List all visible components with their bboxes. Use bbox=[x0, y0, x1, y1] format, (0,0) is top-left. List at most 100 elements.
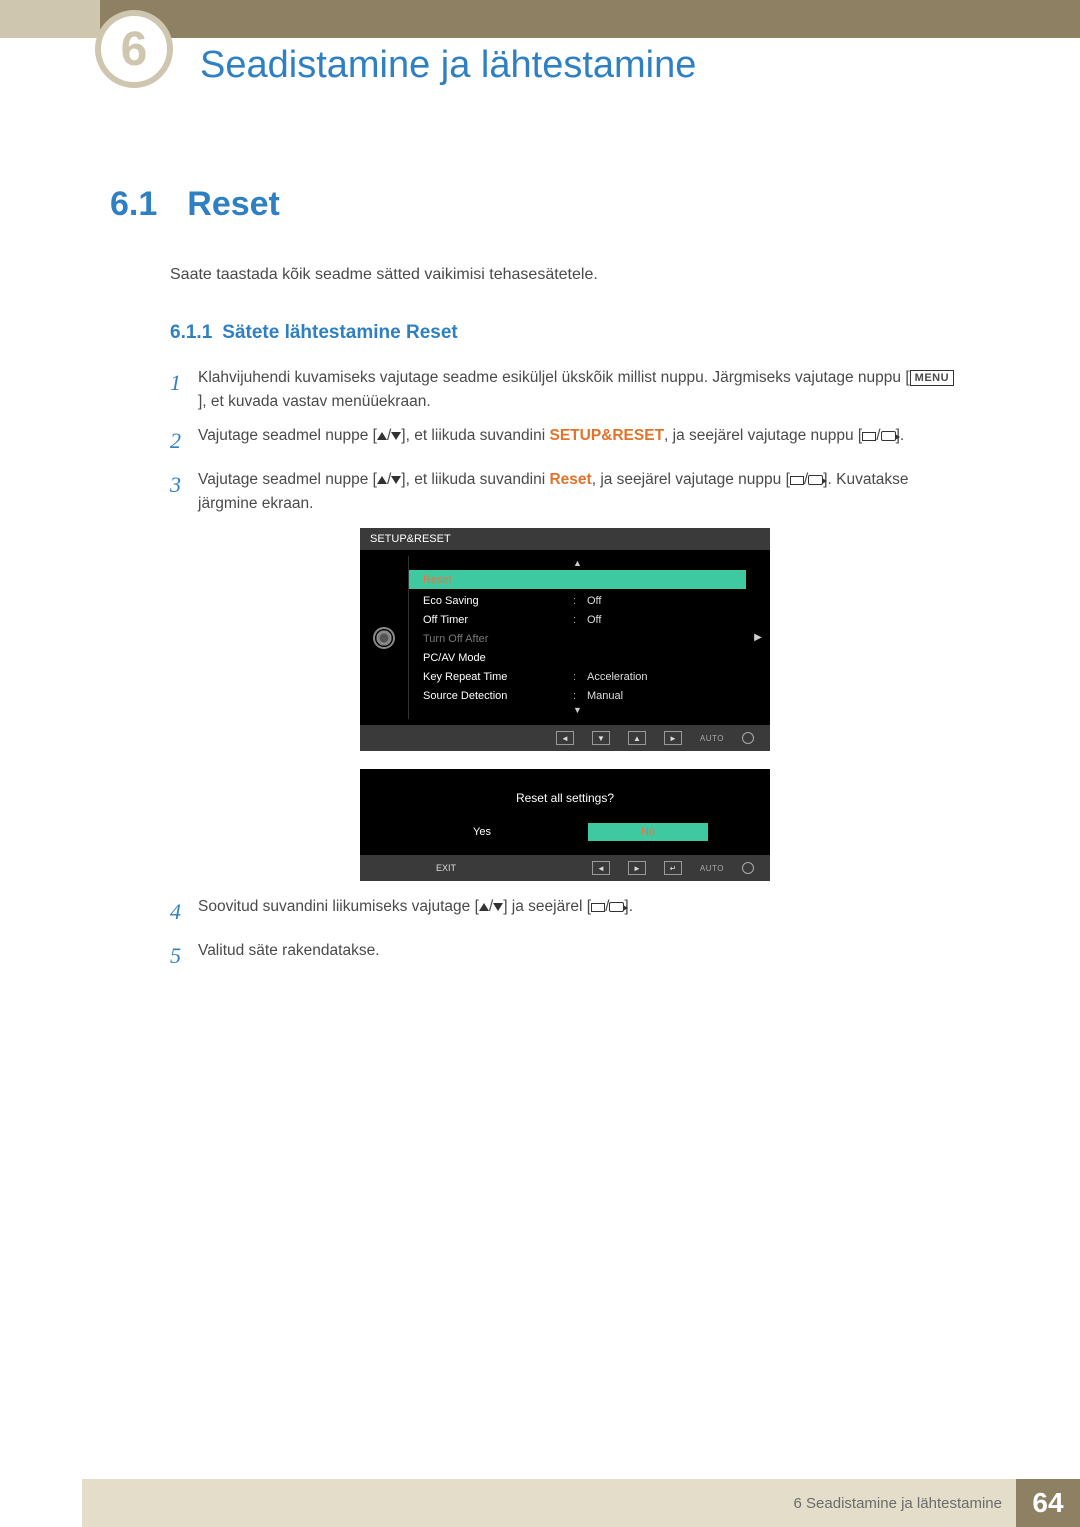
osd-category-icon-col bbox=[360, 556, 408, 719]
option-yes: Yes bbox=[422, 823, 542, 841]
osd-reset-confirm: Reset all settings? Yes No EXIT ◄ ► ↵ AU… bbox=[360, 769, 770, 881]
osd-item-label: Eco Saving bbox=[423, 595, 573, 607]
keyword-setup-reset: SETUP&RESET bbox=[549, 427, 664, 444]
menu-button-label: MENU bbox=[910, 370, 954, 386]
confirm-options: Yes No bbox=[400, 823, 730, 841]
nav-down-icon: ▼ bbox=[592, 731, 610, 745]
osd-item-label: Source Detection bbox=[423, 690, 573, 702]
text-fragment: ], et kuvada vastav menüüekraan. bbox=[198, 393, 431, 410]
osd-item-value: Off bbox=[587, 595, 601, 607]
osd-footer-buttons: ◄ ▼ ▲ ► AUTO bbox=[360, 725, 770, 751]
osd-item-label: Off Timer bbox=[423, 614, 573, 626]
page-number: 64 bbox=[1016, 1479, 1080, 1527]
step-number: 5 bbox=[170, 939, 198, 973]
rect-source-icon: / bbox=[790, 468, 823, 492]
section-intro: Saate taastada kõik seadme sätted vaikim… bbox=[170, 266, 970, 284]
step-2: 2 Vajutage seadmel nuppe [ / ], et liiku… bbox=[170, 424, 960, 458]
nav-left-icon: ◄ bbox=[556, 731, 574, 745]
option-no-selected: No bbox=[588, 823, 708, 841]
colon: : bbox=[573, 614, 587, 626]
step-text: Klahvijuhendi kuvamiseks vajutage seadme… bbox=[198, 366, 960, 414]
nav-right-icon: ► bbox=[628, 861, 646, 875]
text-fragment: , ja seejärel vajutage nuppu [ bbox=[664, 427, 862, 444]
text-fragment: , ja seejärel vajutage nuppu [ bbox=[592, 471, 790, 488]
step-3: 3 Vajutage seadmel nuppe [ / ], et liiku… bbox=[170, 468, 960, 516]
nav-left-icon: ◄ bbox=[592, 861, 610, 875]
section-number: 6.1 bbox=[110, 185, 157, 223]
colon: : bbox=[573, 595, 587, 607]
step-text: Vajutage seadmel nuppe [ / ], et liikuda… bbox=[198, 424, 960, 448]
text-fragment: Vajutage seadmel nuppe [ bbox=[198, 427, 377, 444]
nav-up-icon: ▲ bbox=[628, 731, 646, 745]
text-fragment: ], et liikuda suvandini bbox=[401, 471, 549, 488]
osd-illustrations: SETUP&RESET ▲ ResetEco Saving:OffOff Tim… bbox=[360, 528, 970, 881]
confirm-question: Reset all settings? bbox=[400, 791, 730, 805]
colon: : bbox=[573, 671, 587, 683]
text-fragment: ], et liikuda suvandini bbox=[401, 427, 549, 444]
page-content: 6.1 Reset Saate taastada kõik seadme sätt… bbox=[110, 185, 970, 983]
osd-confirm-footer: EXIT ◄ ► ↵ AUTO bbox=[360, 855, 770, 881]
text-fragment: ] ja seejärel [ bbox=[503, 898, 591, 915]
step-number: 2 bbox=[170, 424, 198, 458]
up-down-icon: / bbox=[377, 424, 401, 448]
osd-menu-item: Reset bbox=[409, 570, 746, 589]
step-text: Valitud säte rakendatakse. bbox=[198, 939, 960, 963]
text-fragment: Vajutage seadmel nuppe [ bbox=[198, 471, 377, 488]
chapter-title: Seadistamine ja lähtestamine bbox=[200, 44, 696, 87]
scroll-up-icon: ▲ bbox=[409, 558, 746, 570]
chapter-number-badge: 6 bbox=[95, 10, 173, 88]
step-text: Soovitud suvandini liikumiseks vajutage … bbox=[198, 895, 960, 919]
up-down-icon: / bbox=[377, 468, 401, 492]
rect-source-icon: / bbox=[862, 424, 895, 448]
step-text: Vajutage seadmel nuppe [ / ], et liikuda… bbox=[198, 468, 960, 516]
osd-menu-item: Key Repeat Time:Acceleration bbox=[409, 667, 746, 686]
nav-right-icon: ► bbox=[664, 731, 682, 745]
osd-item-label: Key Repeat Time bbox=[423, 671, 573, 683]
rect-source-icon: / bbox=[591, 895, 624, 919]
exit-label: EXIT bbox=[436, 863, 456, 873]
step-number: 1 bbox=[170, 366, 198, 400]
osd-menu-list: ▲ ResetEco Saving:OffOff Timer:OffTurn O… bbox=[408, 556, 746, 719]
osd-menu-item: Off Timer:Off bbox=[409, 610, 746, 629]
osd-title: SETUP&RESET bbox=[360, 528, 770, 550]
osd-item-value: Off bbox=[587, 614, 601, 626]
steps-list: 1 Klahvijuhendi kuvamiseks vajutage sead… bbox=[170, 366, 960, 516]
osd-menu-item: Turn Off After bbox=[409, 629, 746, 648]
text-fragment: Soovitud suvandini liikumiseks vajutage … bbox=[198, 898, 479, 915]
osd-menu-item: Eco Saving:Off bbox=[409, 591, 746, 610]
auto-label: AUTO bbox=[700, 734, 724, 743]
step-number: 3 bbox=[170, 468, 198, 502]
osd-setup-reset-menu: SETUP&RESET ▲ ResetEco Saving:OffOff Tim… bbox=[360, 528, 770, 751]
keyword-reset: Reset bbox=[549, 471, 591, 488]
osd-item-value: Acceleration bbox=[587, 671, 648, 683]
osd-menu-item: PC/AV Mode bbox=[409, 648, 746, 667]
osd-menu-item: Source Detection:Manual bbox=[409, 686, 746, 705]
step-number: 4 bbox=[170, 895, 198, 929]
steps-list-continued: 4 Soovitud suvandini liikumiseks vajutag… bbox=[170, 895, 960, 973]
header-bar-accent bbox=[0, 0, 100, 38]
up-down-icon: / bbox=[479, 895, 503, 919]
footer-chapter-label: 6 Seadistamine ja lähtestamine bbox=[82, 1479, 1016, 1527]
subsection-heading: 6.1.1 Sätete lähtestamine Reset bbox=[170, 322, 970, 344]
submenu-arrow-icon: ▶ bbox=[746, 556, 770, 719]
osd-item-label: Turn Off After bbox=[423, 633, 573, 645]
osd-item-label: Reset bbox=[423, 574, 573, 586]
subsection-number: 6.1.1 bbox=[170, 322, 212, 343]
step-4: 4 Soovitud suvandini liikumiseks vajutag… bbox=[170, 895, 960, 929]
enter-icon: ↵ bbox=[664, 861, 682, 875]
step-5: 5 Valitud säte rakendatakse. bbox=[170, 939, 960, 973]
page-footer: 6 Seadistamine ja lähtestamine 64 bbox=[82, 1479, 1080, 1527]
scroll-down-icon: ▼ bbox=[409, 705, 746, 717]
colon: : bbox=[573, 690, 587, 702]
step-1: 1 Klahvijuhendi kuvamiseks vajutage sead… bbox=[170, 366, 960, 414]
osd-item-value: Manual bbox=[587, 690, 623, 702]
section-title: Reset bbox=[187, 185, 280, 223]
section-heading: 6.1 Reset bbox=[110, 185, 970, 224]
gear-icon bbox=[373, 627, 395, 649]
power-icon bbox=[742, 862, 754, 874]
text-fragment: Klahvijuhendi kuvamiseks vajutage seadme… bbox=[198, 369, 910, 386]
osd-item-label: PC/AV Mode bbox=[423, 652, 573, 664]
subsection-title: Sätete lähtestamine Reset bbox=[222, 322, 458, 343]
power-icon bbox=[742, 732, 754, 744]
auto-label: AUTO bbox=[700, 864, 724, 873]
